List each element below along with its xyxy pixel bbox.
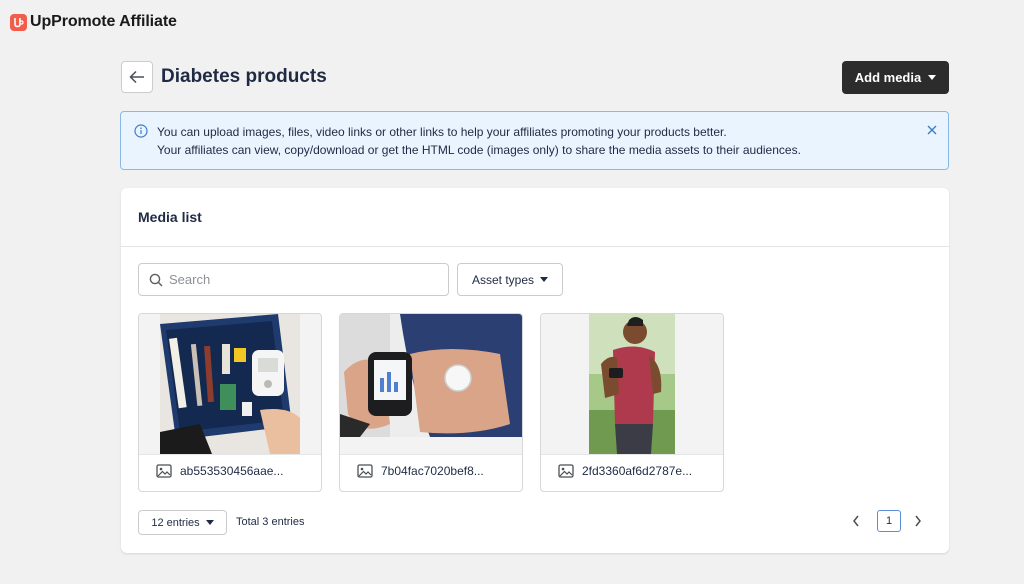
asset-types-dropdown[interactable]: Asset types [457,263,563,296]
entries-per-page-dropdown[interactable]: 12 entries [138,510,227,535]
previous-page-icon[interactable] [851,512,861,530]
search-input[interactable] [169,272,429,287]
media-item-name-row: ab553530456aae... [156,464,283,478]
app-name: UpPromote Affiliate [30,13,177,30]
media-item-name-row: 7b04fac7020bef8... [357,464,484,478]
add-media-button[interactable]: Add media [842,61,949,94]
entries-label: 12 entries [151,516,200,529]
search-icon [149,273,163,286]
media-list-title: Media list [138,209,202,225]
back-button[interactable] [121,61,153,93]
media-thumbnail [541,314,723,455]
image-icon [357,464,373,478]
media-tile[interactable]: 7b04fac7020bef8... [339,313,523,492]
banner-text-line1: You can upload images, files, video link… [157,125,727,139]
add-media-label: Add media [854,70,922,85]
asset-types-label: Asset types [471,272,535,287]
divider [121,246,949,247]
info-icon [134,124,148,138]
caret-down-icon [205,520,214,525]
close-icon[interactable] [926,124,938,136]
media-tile[interactable]: ab553530456aae... [138,313,322,492]
uppromote-logo-icon [10,13,27,31]
banner-text-line2: Your affiliates can view, copy/download … [157,143,801,157]
caret-down-icon [928,75,937,80]
media-thumbnail [340,314,522,455]
page-number-button[interactable]: 1 [877,510,901,532]
total-entries-text: Total 3 entries [236,516,305,528]
image-icon [558,464,574,478]
info-banner: You can upload images, files, video link… [120,111,949,170]
image-icon [156,464,172,478]
media-item-name-row: 2fd3360af6d2787e... [558,464,692,478]
glucose-monitor-photo [340,314,522,437]
media-thumbnail [139,314,321,455]
page-title: Diabetes products [161,66,327,87]
arrow-left-icon [129,70,144,84]
media-tile[interactable]: 2fd3360af6d2787e... [540,313,724,492]
media-item-name: 2fd3360af6d2787e... [582,464,693,478]
man-checking-arm-sensor-photo [589,314,675,454]
media-item-name: 7b04fac7020bef8... [381,464,484,478]
search-box [138,263,449,296]
caret-down-icon [540,277,549,282]
next-page-icon[interactable] [913,512,923,530]
media-list-card: Media list Asset types [121,188,949,553]
diabetes-kit-photo [160,314,300,454]
media-item-name: ab553530456aae... [180,464,284,478]
top-bar: UpPromote Affiliate [0,0,1024,44]
